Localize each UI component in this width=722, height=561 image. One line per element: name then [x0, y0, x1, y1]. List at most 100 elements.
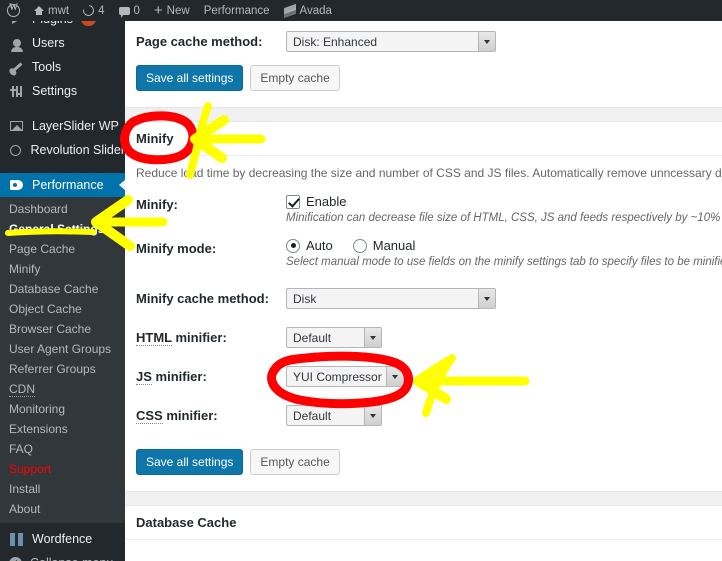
html-abbr: HTML	[136, 330, 172, 346]
sidebar-item-users[interactable]: Users	[0, 31, 125, 55]
css-abbr: CSS	[136, 408, 163, 424]
sidebar-subitem-object-cache[interactable]: Object Cache	[0, 299, 125, 319]
sidebar-subitem-user-agent-groups[interactable]: User Agent Groups	[0, 339, 125, 359]
sidebar-bottom-group: Wordfence Collapse menu	[0, 527, 125, 561]
content-area: Page cache method: Disk: Enhanced Save a…	[125, 21, 722, 561]
minify-enable-label: Minify:	[136, 197, 178, 212]
adminbar-site-label: mwt	[48, 4, 70, 17]
js-minifier-row: JS minifier: YUI Compressor	[125, 362, 722, 391]
sidebar-subitem-faq[interactable]: FAQ	[0, 439, 125, 459]
js-minifier-select[interactable]: YUI Compressor	[286, 366, 404, 387]
page-cache-button-bar: Save all settings Empty cache	[125, 56, 722, 95]
plugins-update-badge: 3	[81, 21, 97, 27]
adminbar-avada-label: Avada	[299, 4, 332, 17]
adminbar-performance-label: Performance	[203, 4, 270, 17]
sidebar-item-revolution-slider[interactable]: Revolution Slider	[0, 138, 125, 162]
sidebar-subitem-browser-cache[interactable]: Browser Cache	[0, 319, 125, 339]
sidebar-item-label: Users	[32, 36, 65, 50]
html-minifier-row: HTML minifier: Default	[125, 323, 722, 352]
sidebar-subitem-install[interactable]: Install	[0, 479, 125, 499]
admin-sidebar: Plugins 3 Users Tools Settings LayerSlid…	[0, 21, 125, 561]
collapse-menu-label: Collapse menu	[30, 556, 113, 561]
minify-mode-auto-radio[interactable]	[286, 238, 300, 253]
collapse-menu-button[interactable]: Collapse menu	[0, 551, 125, 561]
sidebar-item-tools[interactable]: Tools	[0, 55, 125, 79]
cdn-abbr: CDN	[9, 382, 35, 397]
minify-cache-method-select[interactable]: Disk	[286, 288, 496, 309]
save-all-settings-button[interactable]: Save all settings	[136, 65, 244, 91]
minify-panel: Minify Reduce load time by decreasing th…	[125, 121, 722, 492]
minify-enable-checkbox-line[interactable]: Enable	[286, 194, 722, 209]
minify-cache-method-value: Disk	[293, 291, 317, 306]
minify-cache-method-label: Minify cache method:	[136, 291, 269, 306]
minify-panel-heading: Minify	[125, 122, 722, 156]
users-icon	[10, 39, 23, 52]
sidebar-subitem-monitoring[interactable]: Monitoring	[0, 399, 125, 419]
save-all-settings-button[interactable]: Save all settings	[136, 449, 244, 475]
adminbar-new[interactable]: + New	[147, 0, 197, 21]
adminbar-comments[interactable]: 0	[112, 0, 147, 21]
empty-cache-button[interactable]: Empty cache	[250, 65, 340, 91]
sidebar-item-label: Revolution Slider	[30, 143, 126, 157]
adminbar-avada[interactable]: Avada	[277, 0, 339, 21]
adminbar-site-name[interactable]: mwt	[27, 0, 76, 21]
minify-button-bar: Save all settings Empty cache	[125, 440, 722, 479]
minify-mode-auto-label: Auto	[306, 238, 333, 253]
performance-icon	[10, 180, 23, 190]
minify-mode-row: Minify mode: Auto Manual Select manual m…	[125, 234, 722, 272]
sidebar-item-performance[interactable]: Performance	[0, 173, 125, 197]
minify-mode-label: Minify mode:	[136, 241, 217, 256]
comments-icon	[118, 6, 130, 18]
layerslider-icon	[10, 121, 23, 131]
database-cache-panel: Database Cache	[125, 505, 722, 561]
sidebar-item-label: Plugins	[32, 21, 73, 26]
adminbar-updates[interactable]: 4	[76, 0, 111, 21]
chevron-down-icon	[478, 289, 495, 308]
adminbar-performance[interactable]: Performance	[197, 0, 277, 21]
sidebar-item-label: Performance	[32, 178, 104, 192]
js-minifier-value: YUI Compressor	[293, 369, 382, 384]
sidebar-subitem-minify[interactable]: Minify	[0, 259, 125, 279]
wordpress-logo-icon	[7, 3, 20, 17]
html-minifier-label: HTML minifier:	[136, 330, 227, 346]
revolution-slider-icon	[10, 144, 22, 156]
sidebar-subitem-extensions[interactable]: Extensions	[0, 419, 125, 439]
sidebar-item-layerslider-wp[interactable]: LayerSlider WP	[0, 114, 125, 138]
css-minifier-select[interactable]: Default	[286, 405, 382, 426]
plugins-icon	[12, 21, 21, 24]
sidebar-subitem-referrer-groups[interactable]: Referrer Groups	[0, 359, 125, 379]
sidebar-subitem-database-cache[interactable]: Database Cache	[0, 279, 125, 299]
page-cache-method-select[interactable]: Disk: Enhanced	[286, 31, 496, 52]
tools-icon	[11, 61, 22, 73]
sidebar-item-label: LayerSlider WP	[32, 119, 119, 133]
sidebar-item-plugins[interactable]: Plugins 3	[0, 21, 125, 31]
page-cache-method-row: Page cache method: Disk: Enhanced	[125, 27, 722, 56]
minify-enable-checkbox[interactable]	[286, 194, 300, 209]
sidebar-item-wordfence[interactable]: Wordfence	[0, 527, 125, 551]
sidebar-subitem-cdn[interactable]: CDN	[0, 379, 125, 399]
plus-icon: +	[153, 2, 163, 19]
css-minifier-value: Default	[293, 408, 332, 423]
sidebar-subitem-dashboard[interactable]: Dashboard	[0, 199, 125, 219]
sidebar-subitem-support[interactable]: Support	[0, 459, 125, 479]
updates-icon	[80, 2, 97, 19]
html-minifier-select[interactable]: Default	[286, 327, 382, 348]
adminbar-new-label: New	[166, 4, 190, 17]
avada-icon	[284, 5, 296, 17]
adminbar-wp-logo[interactable]	[0, 0, 27, 21]
empty-cache-button[interactable]: Empty cache	[250, 449, 340, 475]
minify-mode-manual-radio[interactable]	[352, 238, 367, 253]
sidebar-item-settings[interactable]: Settings	[0, 79, 125, 103]
sidebar-subitem-page-cache[interactable]: Page Cache	[0, 239, 125, 259]
chevron-down-icon	[364, 328, 381, 347]
css-minifier-row: CSS minifier: Default	[125, 401, 722, 430]
page-cache-panel: Page cache method: Disk: Enhanced Save a…	[125, 21, 722, 108]
js-abbr: JS	[136, 369, 152, 385]
adminbar-comments-count: 0	[133, 4, 140, 17]
minify-enable-description: Minification can decrease file size of H…	[286, 212, 722, 224]
sidebar-subitem-general-settings[interactable]: General Settings	[0, 219, 125, 239]
sidebar-subitem-about[interactable]: About	[0, 499, 125, 519]
page-cache-method-value: Disk: Enhanced	[293, 34, 378, 49]
html-minifier-value: Default	[293, 330, 332, 345]
performance-submenu: Dashboard General Settings Page Cache Mi…	[0, 197, 125, 523]
